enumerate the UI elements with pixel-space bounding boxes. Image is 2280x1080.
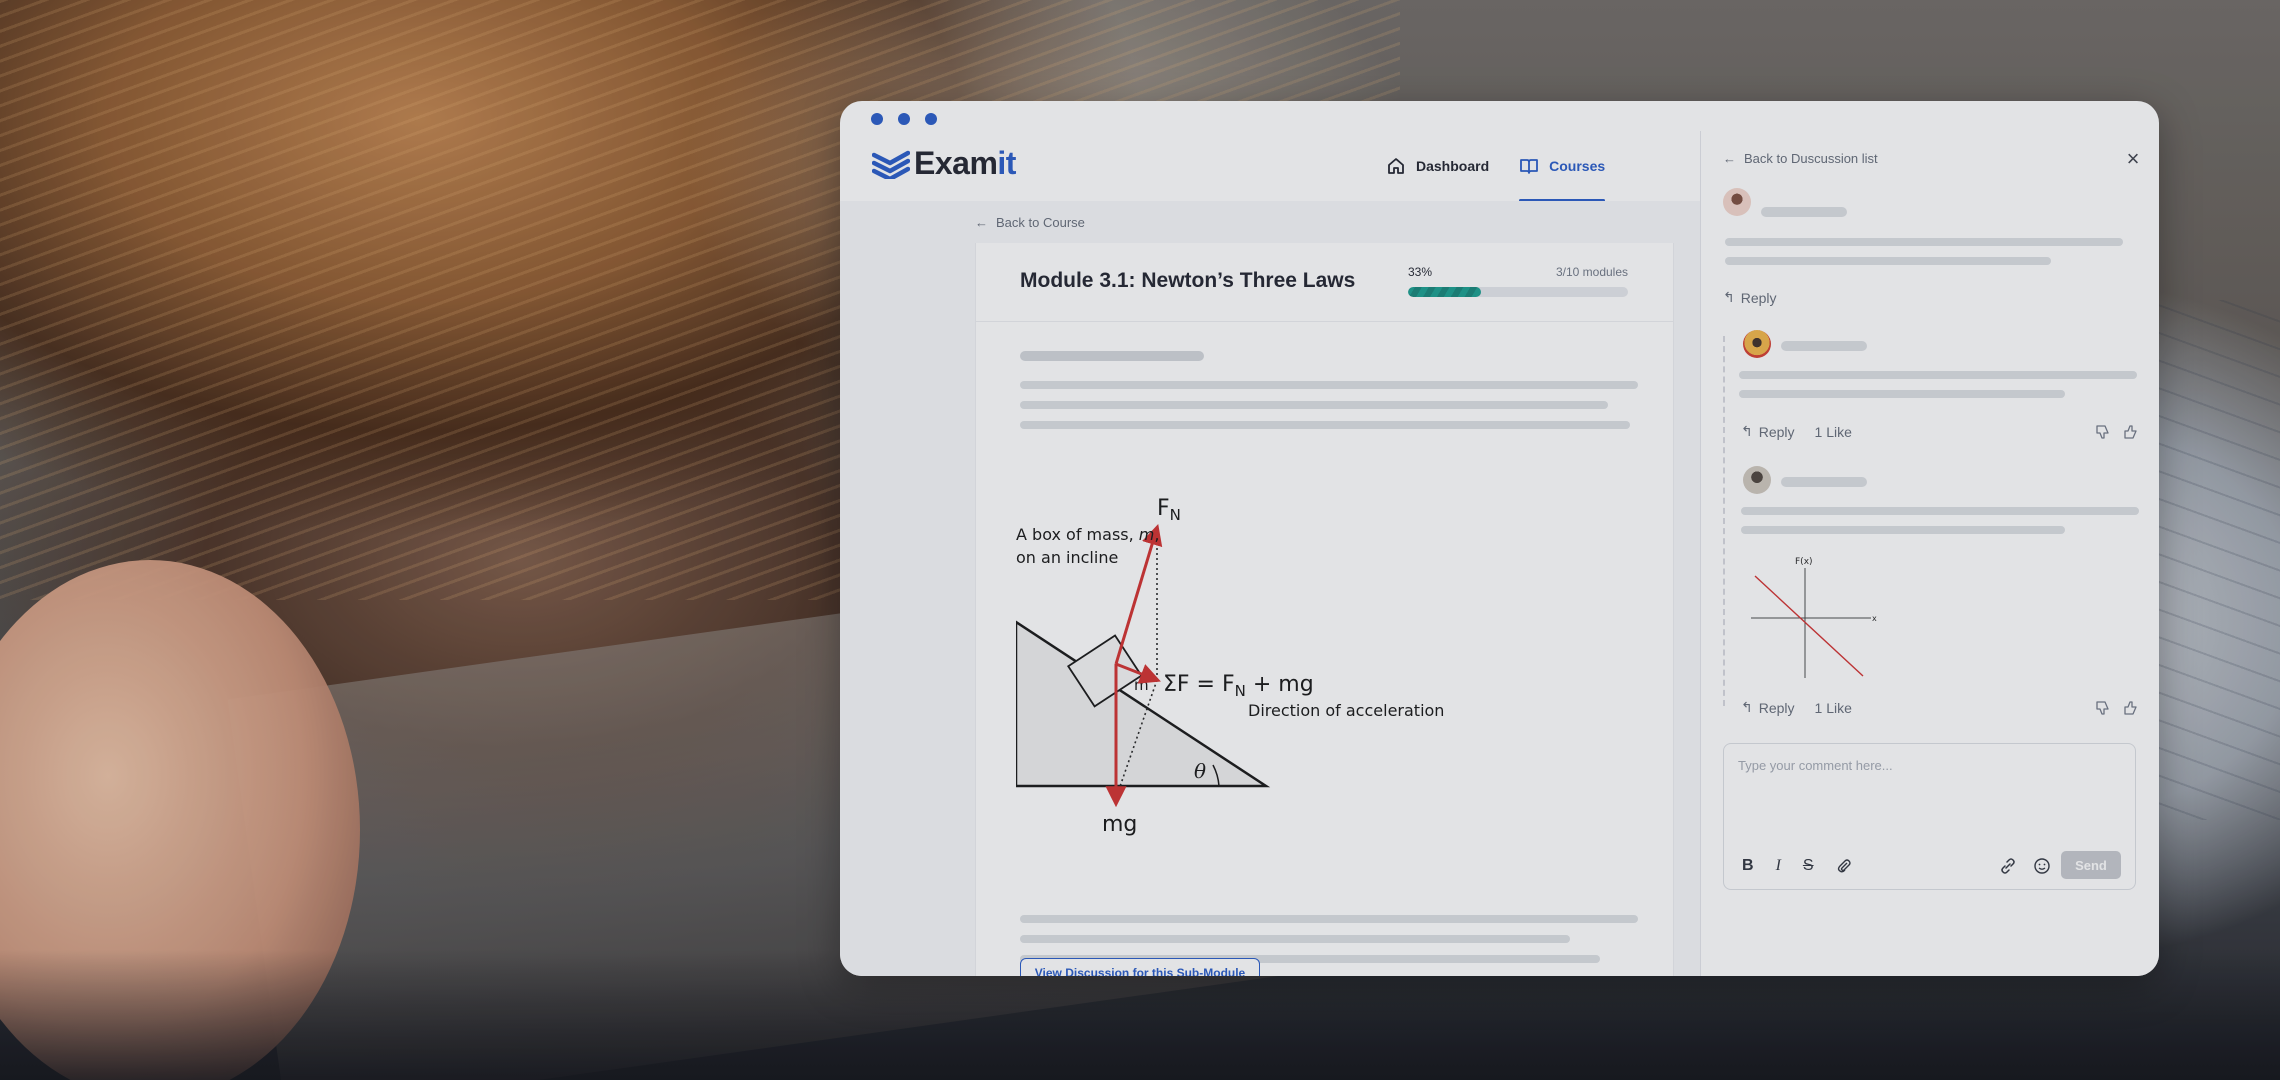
reply-icon: ↰ — [1741, 423, 1753, 439]
graph-y-label: F(x) — [1795, 557, 1813, 567]
thread-line — [1723, 336, 1725, 706]
nav-courses-label: Courses — [1549, 158, 1606, 174]
module-title: Module 3.1: Newton’s Three Laws — [1020, 269, 1356, 292]
skeleton-line — [1725, 257, 2051, 265]
main-nav: Dashboard Courses — [1386, 131, 1606, 202]
window-dot-icon[interactable] — [871, 113, 883, 125]
module-progress: 33% 3/10 modules — [1408, 265, 1628, 297]
bold-icon[interactable]: B — [1742, 857, 1754, 875]
nav-courses[interactable]: Courses — [1519, 131, 1606, 202]
like-count: 1 Like — [1814, 699, 1852, 716]
comment-actions: ↰ Reply 1 Like — [1741, 699, 1852, 716]
thumbs-up-icon[interactable] — [2123, 424, 2139, 440]
skeleton-name — [1781, 477, 1867, 487]
window-controls — [871, 113, 937, 125]
net-force-label: ΣF = FN + mg — [1163, 672, 1314, 700]
back-to-course-link[interactable]: ← Back to Course — [975, 215, 1085, 230]
back-to-discussion-label: Back to Duscussion list — [1744, 151, 1878, 166]
comment-input[interactable]: Type your comment here... — [1738, 758, 1893, 773]
window-dot-icon[interactable] — [898, 113, 910, 125]
arrow-left-icon: ← — [975, 215, 988, 230]
app-window: Examit Dashboard Courses ← Back to Cours… — [840, 101, 2159, 976]
logo-text-suffix: it — [997, 145, 1016, 181]
box-label: m — [1134, 676, 1149, 694]
weight-label: mg — [1102, 812, 1137, 837]
skeleton-line — [1020, 381, 1638, 389]
progress-fill — [1408, 287, 1481, 297]
skeleton-line — [1020, 401, 1608, 409]
skeleton-line — [1020, 915, 1638, 923]
avatar — [1743, 330, 1771, 358]
insert-toolbar — [1999, 857, 2051, 875]
like-count: 1 Like — [1814, 423, 1852, 440]
avatar — [1723, 188, 1751, 216]
send-button[interactable]: Send — [2061, 851, 2121, 879]
emoji-icon[interactable] — [2033, 857, 2051, 875]
diagram-caption-line1: A box of mass, m, — [1016, 525, 1159, 544]
back-to-discussion-link[interactable]: ← Back to Duscussion list — [1723, 151, 1878, 166]
format-toolbar: B I S — [1742, 857, 1852, 875]
progress-percent: 33% — [1408, 265, 1433, 279]
incline-triangle — [1016, 620, 1271, 788]
strikethrough-icon[interactable]: S — [1803, 857, 1814, 875]
course-main: ← Back to Course Module 3.1: Newton’s Th… — [840, 201, 1700, 976]
view-discussion-button[interactable]: View Discussion for this Sub-Module — [1020, 958, 1260, 976]
logo-text-prefix: Exam — [914, 145, 998, 181]
thumbs-down-icon[interactable] — [2095, 424, 2111, 440]
book-icon — [1520, 159, 1539, 174]
comment-actions: ↰ Reply 1 Like — [1741, 423, 1852, 440]
reply-button[interactable]: Reply — [1759, 424, 1795, 440]
progress-track — [1408, 287, 1628, 297]
reply-icon: ↰ — [1741, 699, 1753, 715]
comment-composer[interactable]: Type your comment here... B I S Send — [1723, 743, 2136, 890]
incline-diagram: θ m A box of mass, m, on an incline FN Σ… — [1016, 496, 1444, 837]
nav-dashboard[interactable]: Dashboard — [1386, 131, 1489, 201]
link-icon[interactable] — [1999, 857, 2017, 875]
top-bar: Examit Dashboard Courses — [840, 131, 1700, 202]
skeleton-name — [1761, 207, 1847, 217]
normal-force-arrow — [1114, 523, 1163, 665]
module-card: Module 3.1: Newton’s Three Laws 33% 3/10… — [975, 243, 1674, 976]
skeleton-line — [1741, 526, 2065, 534]
graph-x-label: x — [1872, 614, 1877, 623]
discussion-panel: ← Back to Duscussion list × ↰ Reply ↰ Re… — [1700, 131, 2159, 976]
reaction-buttons — [2095, 424, 2139, 440]
skeleton-line — [1739, 390, 2065, 398]
attachment-icon[interactable] — [1836, 858, 1852, 874]
reply-action[interactable]: ↰ Reply — [1723, 289, 1777, 306]
nav-dashboard-label: Dashboard — [1416, 158, 1490, 174]
diagram-caption-line2: on an incline — [1016, 548, 1118, 567]
logo[interactable]: Examit — [872, 145, 1016, 182]
arrow-left-icon: ← — [1723, 151, 1736, 166]
logo-icon — [872, 150, 910, 179]
normal-force-label: FN — [1157, 496, 1181, 524]
thumbs-up-icon[interactable] — [2123, 700, 2139, 716]
logo-text: Examit — [914, 145, 1016, 182]
back-to-course-label: Back to Course — [996, 215, 1085, 230]
reply-button[interactable]: Reply — [1759, 700, 1795, 716]
reaction-buttons — [2095, 700, 2139, 716]
angle-label: θ — [1194, 759, 1206, 783]
module-header: Module 3.1: Newton’s Three Laws 33% 3/10… — [976, 243, 1673, 322]
progress-modules: 3/10 modules — [1555, 265, 1628, 279]
skeleton-name — [1781, 341, 1867, 351]
direction-label: Direction of acceleration — [1248, 701, 1444, 720]
reply-icon: ↰ — [1723, 289, 1735, 305]
skeleton-line — [1741, 507, 2139, 515]
window-dot-icon[interactable] — [925, 113, 937, 125]
italic-icon[interactable]: I — [1776, 857, 1781, 875]
skeleton-line — [1725, 238, 2123, 246]
reply-label: Reply — [1740, 289, 1777, 306]
function-graph: F(x) x — [1751, 557, 1877, 678]
skeleton-line — [1739, 371, 2137, 379]
skeleton-line — [1020, 935, 1570, 943]
thumbs-down-icon[interactable] — [2095, 700, 2111, 716]
avatar — [1743, 466, 1771, 494]
skeleton-heading — [1020, 351, 1204, 361]
close-icon[interactable]: × — [2121, 146, 2145, 171]
skeleton-line — [1020, 421, 1630, 429]
home-icon — [1388, 158, 1404, 174]
